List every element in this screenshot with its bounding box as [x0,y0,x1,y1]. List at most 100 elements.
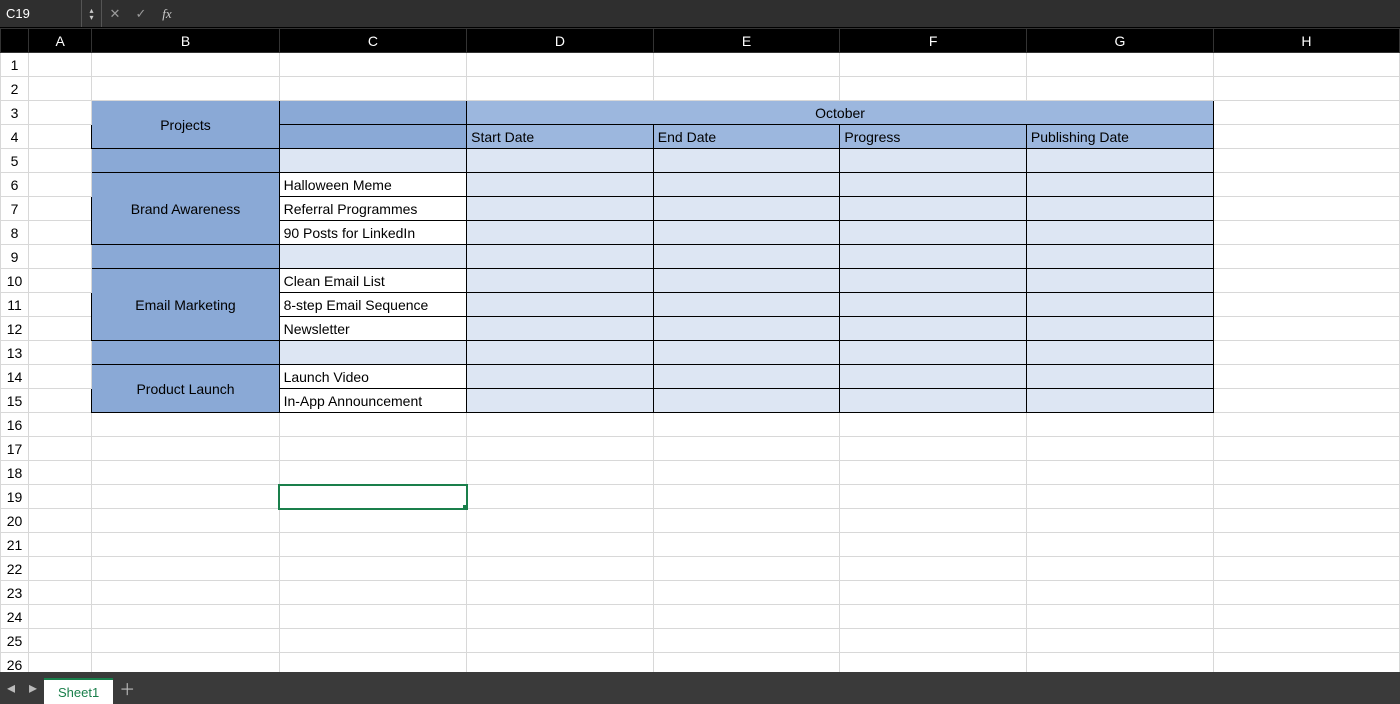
cell[interactable] [92,77,279,101]
cell[interactable] [467,509,654,533]
cell[interactable] [467,629,654,653]
cell[interactable] [28,293,91,317]
task-cell[interactable]: Halloween Meme [279,173,467,197]
cell[interactable] [1026,485,1213,509]
cell[interactable] [279,509,467,533]
cell[interactable] [1026,389,1213,413]
row-header[interactable]: 11 [1,293,29,317]
progress-header[interactable]: Progress [840,125,1027,149]
cell[interactable] [279,557,467,581]
cell[interactable] [1213,221,1399,245]
cell[interactable] [28,149,91,173]
cell[interactable] [279,581,467,605]
select-all-corner[interactable] [1,29,29,53]
cell[interactable] [467,557,654,581]
row-header[interactable]: 10 [1,269,29,293]
cell[interactable] [467,653,654,673]
cell[interactable] [653,317,840,341]
month-header[interactable]: October [467,101,1214,125]
cell[interactable] [92,581,279,605]
row-header[interactable]: 23 [1,581,29,605]
cell[interactable] [1213,365,1399,389]
cell[interactable] [467,317,654,341]
row-header[interactable]: 15 [1,389,29,413]
cell[interactable] [1213,437,1399,461]
cell[interactable] [28,437,91,461]
cell[interactable] [28,197,91,221]
cell[interactable] [92,533,279,557]
col-header-B[interactable]: B [92,29,279,53]
cell[interactable] [840,77,1027,101]
cell[interactable] [28,245,91,269]
cell[interactable] [28,413,91,437]
cell[interactable] [467,461,654,485]
row-header[interactable]: 20 [1,509,29,533]
cell[interactable] [92,605,279,629]
cell[interactable] [28,317,91,341]
cell[interactable] [840,629,1027,653]
cell[interactable] [279,629,467,653]
cell[interactable] [1026,629,1213,653]
cell[interactable] [653,581,840,605]
cell[interactable] [467,221,654,245]
cell[interactable] [840,509,1027,533]
cell[interactable] [467,389,654,413]
cell[interactable] [1213,77,1399,101]
cell[interactable] [653,197,840,221]
cell[interactable] [1026,365,1213,389]
cell[interactable] [28,101,91,125]
cell[interactable] [840,53,1027,77]
cell[interactable] [279,437,467,461]
cell[interactable] [28,173,91,197]
cell[interactable] [840,437,1027,461]
cell[interactable] [279,461,467,485]
stepper-down-icon[interactable]: ▾ [89,14,93,21]
cell[interactable] [279,149,467,173]
cell[interactable] [653,485,840,509]
cell[interactable] [1026,581,1213,605]
cell[interactable] [1213,485,1399,509]
cell[interactable] [1213,173,1399,197]
cell[interactable] [279,77,467,101]
row-header[interactable]: 1 [1,53,29,77]
col-header-C[interactable]: C [279,29,467,53]
cell[interactable] [840,293,1027,317]
cell[interactable] [1213,341,1399,365]
cell[interactable] [28,53,91,77]
cell[interactable] [653,509,840,533]
cell[interactable] [1026,653,1213,673]
cell[interactable] [1026,509,1213,533]
cell[interactable] [1213,605,1399,629]
cell[interactable] [840,413,1027,437]
cell[interactable] [28,125,91,149]
cell[interactable] [467,365,654,389]
cell[interactable] [92,629,279,653]
cell[interactable] [92,413,279,437]
row-header[interactable]: 13 [1,341,29,365]
cell[interactable] [28,269,91,293]
cell[interactable] [467,293,654,317]
selected-cell[interactable] [279,485,467,509]
cell[interactable] [92,341,279,365]
publishing-date-header[interactable]: Publishing Date [1026,125,1213,149]
cell[interactable] [279,533,467,557]
row-header[interactable]: 6 [1,173,29,197]
cell[interactable] [28,509,91,533]
cell[interactable] [279,413,467,437]
projects-header[interactable]: Projects [92,101,279,149]
cell[interactable] [467,533,654,557]
cell[interactable] [840,485,1027,509]
cell[interactable] [28,341,91,365]
cell[interactable] [1213,557,1399,581]
cell[interactable] [653,77,840,101]
end-date-header[interactable]: End Date [653,125,840,149]
cell[interactable] [653,245,840,269]
cell[interactable] [28,221,91,245]
row-header[interactable]: 26 [1,653,29,673]
cell[interactable] [840,245,1027,269]
col-header-H[interactable]: H [1213,29,1399,53]
cell[interactable] [1213,293,1399,317]
cell[interactable] [467,269,654,293]
cell[interactable] [1026,149,1213,173]
cell[interactable] [467,197,654,221]
